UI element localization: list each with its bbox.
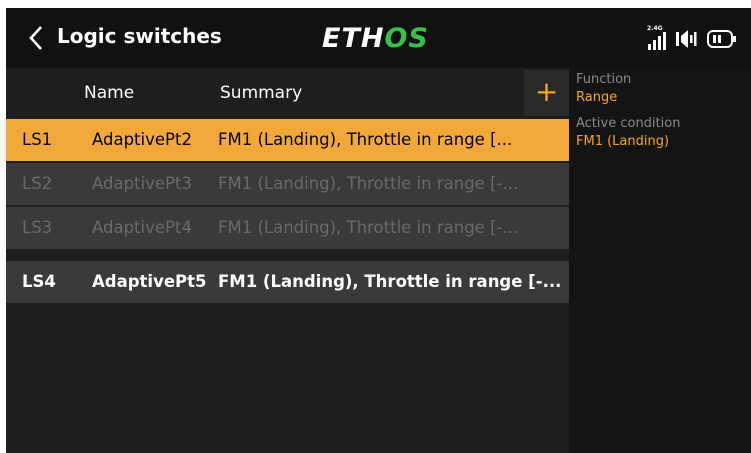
logo-text-accent: OS	[384, 22, 429, 54]
status-icons: 2.4G	[646, 21, 738, 57]
detail-panel: Function Range Active condition FM1 (Lan…	[569, 68, 751, 453]
speaker-icon	[676, 30, 697, 48]
condition-value: FM1 (Landing)	[576, 134, 670, 149]
add-switch-button[interactable]: +	[524, 70, 569, 116]
top-bar: Logic switches ETH OS 2.4G	[6, 8, 751, 68]
switch-summary: FM1 (Landing), Throttle in range [-...	[218, 174, 519, 193]
rf-signal-icon: 2.4G	[646, 25, 668, 52]
switch-name: AdaptivePt2	[92, 130, 192, 149]
table-row-ls1[interactable]: LS1 AdaptivePt2 FM1 (Landing), Throttle …	[6, 119, 569, 161]
back-button[interactable]	[22, 18, 50, 58]
radio-screen: Logic switches ETH OS 2.4G Name Summary …	[6, 8, 751, 453]
column-header-name: Name	[84, 83, 135, 103]
switch-name: AdaptivePt3	[92, 174, 192, 193]
table-header: Name Summary +	[6, 70, 569, 116]
switch-id: LS2	[22, 174, 53, 193]
switch-id: LS1	[22, 130, 53, 149]
ethos-logo: ETH OS	[322, 18, 429, 58]
table-row-ls4[interactable]: LS4 AdaptivePt5 FM1 (Landing), Throttle …	[6, 261, 569, 303]
battery-icon	[707, 30, 736, 48]
logo-text-left: ETH	[322, 22, 385, 54]
function-label: Function	[576, 72, 632, 87]
switch-id: LS4	[22, 272, 56, 291]
switch-summary: FM1 (Landing), Throttle in range [-...	[218, 218, 519, 237]
switch-summary: FM1 (Landing), Throttle in range [...	[218, 130, 513, 149]
page-title: Logic switches	[57, 24, 222, 48]
table-row-ls2[interactable]: LS2 AdaptivePt3 FM1 (Landing), Throttle …	[6, 163, 569, 205]
chevron-left-icon	[29, 26, 42, 50]
switch-summary: FM1 (Landing), Throttle in range [-...	[218, 272, 562, 291]
rf-band-label: 2.4G	[647, 25, 663, 32]
switch-id: LS3	[22, 218, 53, 237]
switch-name: AdaptivePt4	[92, 218, 192, 237]
table-row-ls3[interactable]: LS3 AdaptivePt4 FM1 (Landing), Throttle …	[6, 207, 569, 249]
function-value: Range	[576, 90, 618, 105]
column-header-summary: Summary	[220, 83, 303, 103]
condition-label: Active condition	[576, 116, 681, 131]
switch-name: AdaptivePt5	[92, 272, 207, 291]
